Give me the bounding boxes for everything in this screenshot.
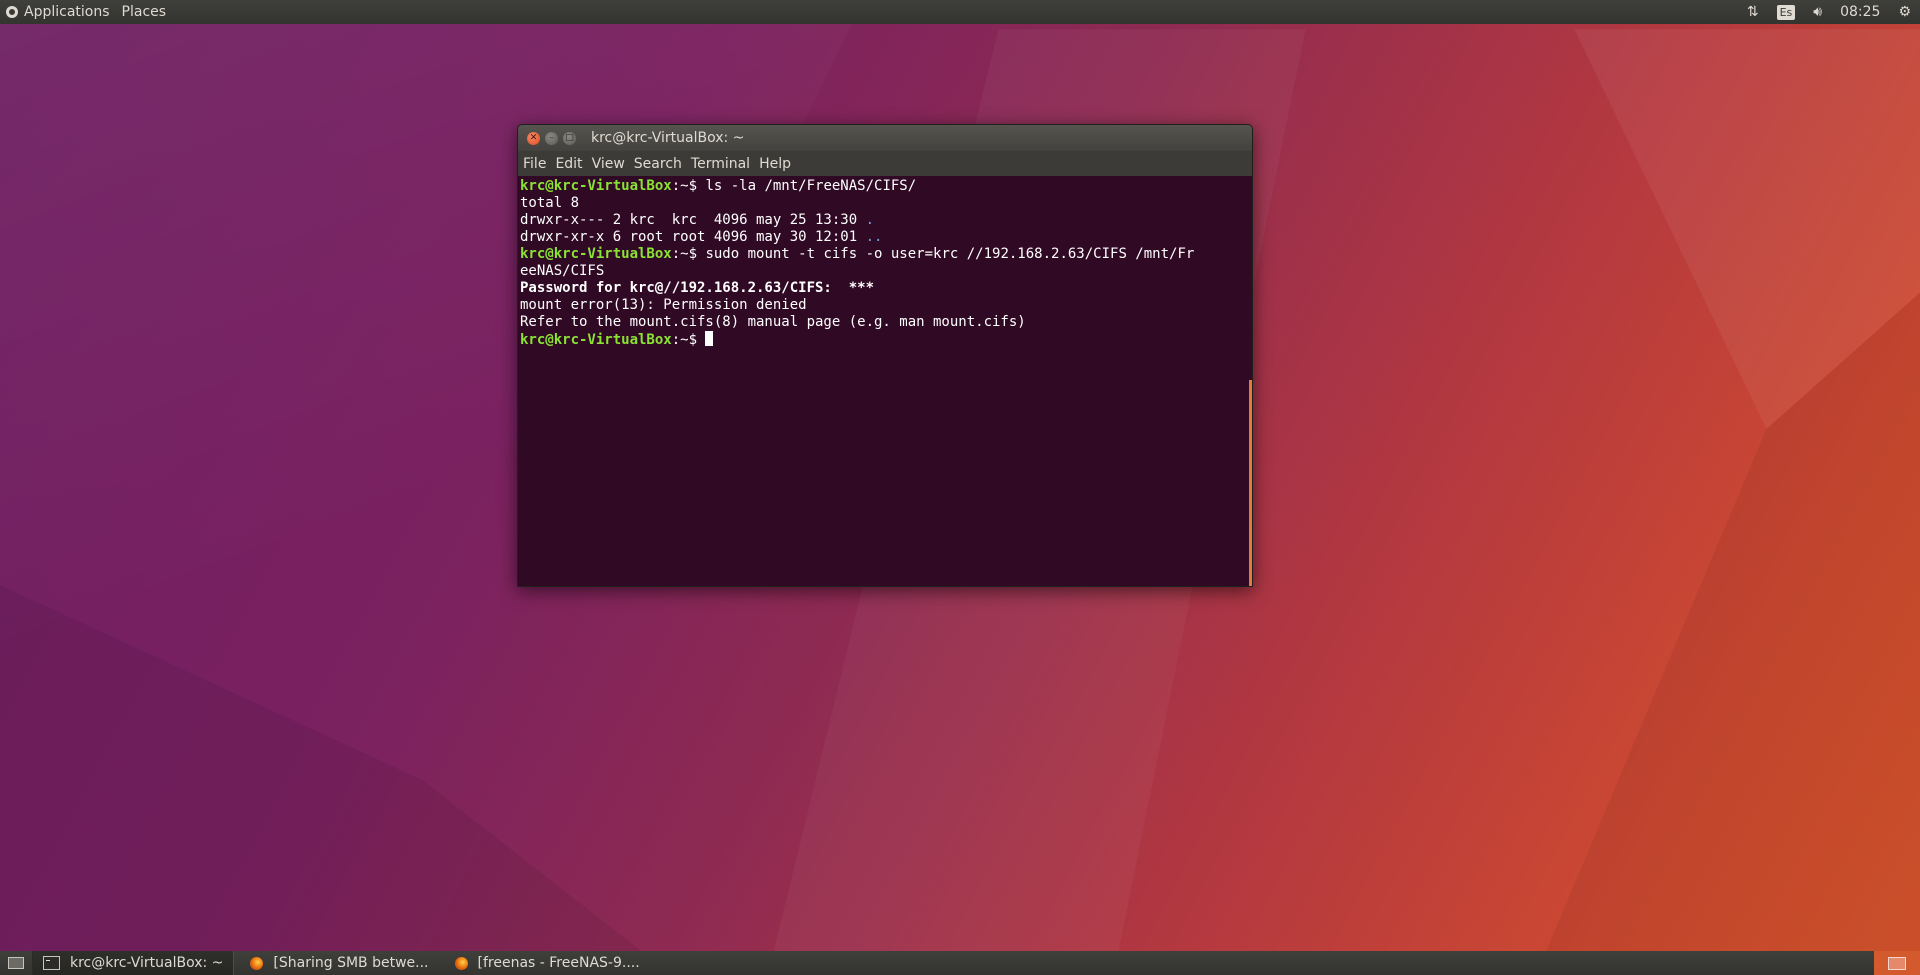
terminal-scrollbar[interactable] [1249,380,1252,586]
show-desktop-icon [8,957,24,969]
command-text-wrap: eeNAS/CIFS [520,263,605,279]
terminal-icon [43,956,60,970]
places-menu[interactable]: Places [116,0,173,24]
applications-icon [6,6,18,18]
firefox-icon [250,956,264,970]
taskbar-item[interactable]: [Sharing SMB betwe... [240,951,438,975]
minimize-icon[interactable]: – [545,131,558,145]
terminal-line: drwxr-x--- 2 krc krc 4096 may 25 13:30 . [520,212,1250,229]
prompt-suffix: :~$ [671,178,706,194]
clock[interactable]: 08:25 [1831,0,1889,24]
directory-name: . [865,212,875,228]
terminal-line: total 8 [520,195,1250,212]
menu-help[interactable]: Help [754,156,795,172]
prompt-suffix: :~$ [671,246,706,262]
taskbar-item[interactable]: [freenas - FreeNAS-9.... [445,951,650,975]
prompt-user: krc@krc-VirtualBox [520,332,672,348]
prompt-user: krc@krc-VirtualBox [520,246,672,262]
output-text: Refer to the mount.cifs(8) manual page (… [520,314,1026,330]
window-title: krc@krc-VirtualBox: ~ [591,130,745,146]
output-text: total 8 [520,195,580,211]
command-text: sudo mount -t cifs -o user=krc //192.168… [705,246,1195,262]
taskbar-item-label: [Sharing SMB betwe... [273,955,429,971]
menu-file[interactable]: File [518,156,550,172]
terminal-line: eeNAS/CIFS [520,263,1250,280]
terminal-line: krc@krc-VirtualBox:~$ [520,331,1250,348]
terminal-line: krc@krc-VirtualBox:~$ sudo mount -t cifs… [520,246,1250,263]
terminal-output[interactable]: krc@krc-VirtualBox:~$ ls -la /mnt/FreeNA… [518,176,1252,586]
menu-view[interactable]: View [587,156,629,172]
workspace-icon [1888,956,1906,970]
window-controls: ✕ – □ [527,131,581,145]
terminal-line: Password for krc@//192.168.2.63/CIFS: **… [520,280,1250,297]
applications-label: Applications [24,4,110,20]
menu-edit[interactable]: Edit [550,156,586,172]
maximize-icon[interactable]: □ [563,131,576,145]
keyboard-layout-indicator[interactable]: Es [1768,0,1805,24]
taskbar-item-label: [freenas - FreeNAS-9.... [477,955,640,971]
top-panel: Applications Places ⇅ Es 🔊︎ 08:25 ⚙ [0,0,1920,24]
menu-terminal[interactable]: Terminal [686,156,754,172]
workspace-switcher[interactable] [1874,951,1920,975]
terminal-menubar: File Edit View Search Terminal Help [518,151,1252,176]
keyboard-layout-label: Es [1776,4,1796,20]
system-tray: ⇅ Es 🔊︎ 08:25 ⚙ [1738,0,1920,24]
close-icon[interactable]: ✕ [527,131,540,145]
applications-menu[interactable]: Applications [0,0,116,24]
password-prompt: Password for krc@//192.168.2.63/CIFS: **… [520,280,875,296]
show-desktop-button[interactable] [0,951,32,975]
menu-search[interactable]: Search [629,156,686,172]
taskbar-item[interactable]: krc@krc-VirtualBox: ~ [32,951,235,975]
window-titlebar[interactable]: ✕ – □ krc@krc-VirtualBox: ~ [518,125,1252,151]
prompt-user: krc@krc-VirtualBox [520,178,672,194]
bottom-panel: krc@krc-VirtualBox: ~ [Sharing SMB betwe… [0,951,1920,975]
terminal-line: drwxr-xr-x 6 root root 4096 may 30 12:01… [520,229,1250,246]
taskbar-item-label: krc@krc-VirtualBox: ~ [70,955,224,971]
terminal-window[interactable]: ✕ – □ krc@krc-VirtualBox: ~ File Edit Vi… [517,124,1253,587]
output-text: drwxr-x--- 2 krc krc 4096 may 25 13:30 [520,212,866,228]
text-cursor [705,331,714,346]
terminal-line: krc@krc-VirtualBox:~$ ls -la /mnt/FreeNA… [520,178,1250,195]
terminal-line: Refer to the mount.cifs(8) manual page (… [520,314,1250,331]
places-label: Places [121,4,167,20]
network-transfer-icon[interactable]: ⇅ [1738,0,1768,24]
volume-icon[interactable]: 🔊︎ [1804,0,1831,24]
prompt-suffix: :~$ [671,332,706,348]
output-text: drwxr-xr-x 6 root root 4096 may 30 12:01 [520,229,866,245]
command-text: ls -la /mnt/FreeNAS/CIFS/ [705,178,917,194]
firefox-icon [454,956,468,970]
directory-name: .. [865,229,883,245]
terminal-line: mount error(13): Permission denied [520,297,1250,314]
gear-icon[interactable]: ⚙ [1889,0,1920,24]
error-text: mount error(13): Permission denied [520,297,807,313]
